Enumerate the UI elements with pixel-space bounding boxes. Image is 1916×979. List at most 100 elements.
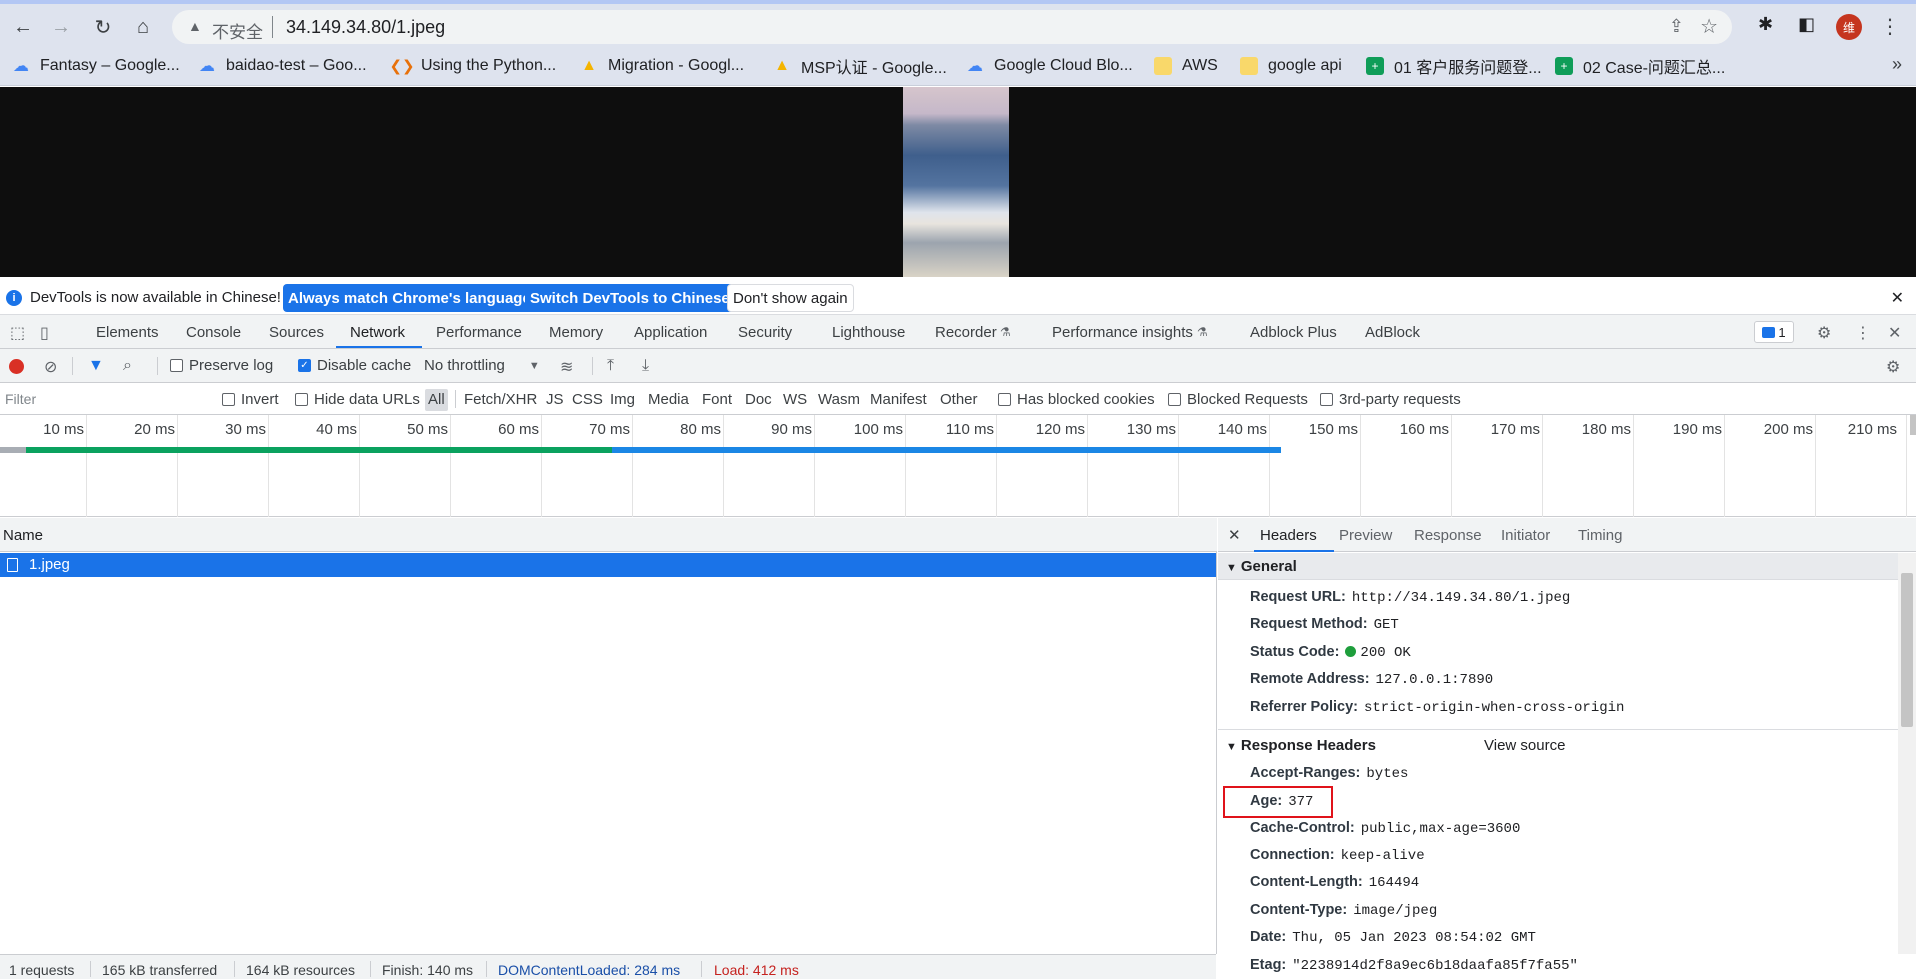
bookmark-item[interactable]: +02 Case-问题汇总...: [1555, 55, 1725, 77]
invert-checkbox[interactable]: Invert: [222, 391, 279, 408]
tab-initiator[interactable]: Initiator: [1501, 527, 1550, 544]
more-options-icon[interactable]: ⋮: [1855, 323, 1871, 343]
checkbox-box[interactable]: [170, 359, 183, 372]
tab-adblock-plus[interactable]: Adblock Plus: [1250, 324, 1337, 341]
chrome-menu-icon[interactable]: ⋮: [1880, 14, 1900, 39]
tab-adblock[interactable]: AdBlock: [1365, 324, 1420, 341]
filter-type-manifest[interactable]: Manifest: [870, 391, 927, 408]
record-icon[interactable]: [9, 359, 24, 374]
checkbox-box[interactable]: [295, 393, 308, 406]
view-source-link[interactable]: View source: [1484, 737, 1565, 754]
import-har-icon[interactable]: ⤒: [607, 357, 614, 375]
response-headers-section-header[interactable]: ▼ Response Headers View source: [1218, 729, 1898, 759]
third-party-checkbox[interactable]: 3rd-party requests: [1320, 391, 1461, 408]
bookmarks-more-icon[interactable]: »: [1892, 54, 1902, 75]
bookmark-item[interactable]: AWS: [1154, 55, 1218, 77]
security-label[interactable]: 不安全: [212, 18, 263, 43]
bookmark-item[interactable]: ❮❯ Using the Python...: [389, 55, 556, 77]
filter-input[interactable]: [0, 387, 208, 411]
disable-cache-checkbox[interactable]: ✓ Disable cache: [298, 357, 411, 374]
tab-security[interactable]: Security: [738, 324, 792, 341]
bookmark-item[interactable]: +01 客户服务问题登...: [1366, 55, 1542, 77]
bookmark-star-icon[interactable]: ☆: [1700, 14, 1718, 39]
tab-network[interactable]: Network: [350, 324, 405, 341]
url-text[interactable]: 34.149.34.80/1.jpeg: [286, 17, 445, 38]
blocked-requests-checkbox[interactable]: Blocked Requests: [1168, 391, 1308, 408]
checkbox-box[interactable]: [998, 393, 1011, 406]
detail-scrollbar[interactable]: [1898, 553, 1916, 954]
tab-recorder[interactable]: Recorder: [935, 324, 997, 341]
filter-funnel-icon[interactable]: ▼: [88, 357, 104, 375]
clear-icon[interactable]: ⊘: [44, 357, 57, 377]
request-list-header[interactable]: Name: [0, 518, 1217, 552]
inspect-element-icon[interactable]: ⬚: [10, 323, 25, 343]
tab-lighthouse[interactable]: Lighthouse: [832, 324, 905, 341]
filter-type-img[interactable]: Img: [610, 391, 635, 408]
tab-console[interactable]: Console: [186, 324, 241, 341]
bookmark-item[interactable]: ☁ Fantasy – Google...: [12, 55, 180, 77]
checkbox-box[interactable]: [1168, 393, 1181, 406]
warning-triangle-icon[interactable]: ▲: [188, 18, 202, 34]
tab-sources[interactable]: Sources: [269, 324, 324, 341]
gear-icon[interactable]: ⚙: [1817, 323, 1831, 343]
checkbox-box[interactable]: ✓: [298, 359, 311, 372]
general-section-header[interactable]: ▼ General: [1218, 553, 1898, 580]
tab-timing[interactable]: Timing: [1578, 527, 1622, 544]
filter-type-media[interactable]: Media: [648, 391, 689, 408]
filter-type-other[interactable]: Other: [940, 391, 978, 408]
hide-data-urls-checkbox[interactable]: Hide data URLs: [295, 391, 420, 408]
filter-type-fetch-xhr[interactable]: Fetch/XHR: [464, 391, 537, 408]
bookmark-item[interactable]: ☁ Google Cloud Blo...: [966, 55, 1133, 77]
back-arrow-icon[interactable]: ←: [10, 14, 36, 40]
bookmark-item[interactable]: google api: [1240, 55, 1342, 77]
issues-counter[interactable]: 1: [1754, 321, 1794, 343]
filter-type-js[interactable]: JS: [546, 391, 564, 408]
filter-type-doc[interactable]: Doc: [745, 391, 772, 408]
checkbox-box[interactable]: [222, 393, 235, 406]
tab-performance-insights[interactable]: Performance insights: [1052, 324, 1193, 341]
share-icon[interactable]: ⇪: [1669, 16, 1684, 37]
network-settings-gear-icon[interactable]: ⚙: [1886, 357, 1900, 377]
bookmark-item[interactable]: ☁ baidao-test – Goo...: [198, 55, 367, 77]
filter-type-ws[interactable]: WS: [783, 391, 807, 408]
dont-show-again-button[interactable]: Don't show again: [727, 284, 854, 312]
close-detail-icon[interactable]: ✕: [1228, 526, 1241, 544]
side-panel-icon[interactable]: ◧: [1798, 14, 1815, 35]
profile-avatar[interactable]: 维: [1836, 14, 1862, 40]
bookmark-item[interactable]: ▲ Migration - Googl...: [580, 55, 744, 77]
throttling-select[interactable]: No throttling ▼: [424, 357, 540, 374]
tab-elements[interactable]: Elements: [96, 324, 159, 341]
tab-application[interactable]: Application: [634, 324, 707, 341]
tab-headers[interactable]: Headers: [1260, 527, 1317, 544]
close-icon[interactable]: ✕: [1891, 288, 1904, 308]
tab-performance[interactable]: Performance: [436, 324, 522, 341]
extensions-icon[interactable]: ✱: [1758, 14, 1773, 35]
filter-type-wasm[interactable]: Wasm: [818, 391, 860, 408]
device-toolbar-icon[interactable]: ▯: [40, 323, 49, 343]
column-name-header[interactable]: Name: [3, 527, 43, 544]
search-icon[interactable]: ⌕: [123, 357, 132, 375]
has-blocked-cookies-checkbox[interactable]: Has blocked cookies: [998, 391, 1155, 408]
bookmark-item[interactable]: ▲ MSP认证 - Google...: [773, 55, 947, 77]
switch-language-button[interactable]: Switch DevTools to Chinese: [525, 284, 735, 312]
preserve-log-checkbox[interactable]: Preserve log: [170, 357, 273, 374]
table-row[interactable]: 1.jpeg: [0, 553, 1216, 577]
timeline-scrollbar[interactable]: [1910, 415, 1916, 435]
filter-type-css[interactable]: CSS: [572, 391, 603, 408]
reload-icon[interactable]: ↻: [90, 14, 116, 40]
filter-type-all[interactable]: All: [425, 389, 448, 411]
close-devtools-icon[interactable]: ✕: [1888, 323, 1901, 343]
scrollbar-thumb[interactable]: [1901, 573, 1913, 727]
forward-arrow-icon[interactable]: →: [48, 14, 74, 40]
checkbox-box[interactable]: [1320, 393, 1333, 406]
network-overview-timeline[interactable]: 10 ms 20 ms 30 ms 40 ms 50 ms 60 ms 70 m…: [0, 415, 1916, 517]
address-bar[interactable]: ▲ 不安全 34.149.34.80/1.jpeg ⇪ ☆: [172, 10, 1732, 44]
match-language-button[interactable]: Always match Chrome's language: [283, 284, 536, 312]
home-icon[interactable]: ⌂: [130, 14, 156, 40]
export-har-icon[interactable]: ⤓: [642, 357, 649, 375]
tab-response[interactable]: Response: [1414, 527, 1482, 544]
network-conditions-icon[interactable]: ≋: [560, 357, 573, 377]
filter-type-font[interactable]: Font: [702, 391, 732, 408]
tab-memory[interactable]: Memory: [549, 324, 603, 341]
tab-preview[interactable]: Preview: [1339, 527, 1392, 544]
